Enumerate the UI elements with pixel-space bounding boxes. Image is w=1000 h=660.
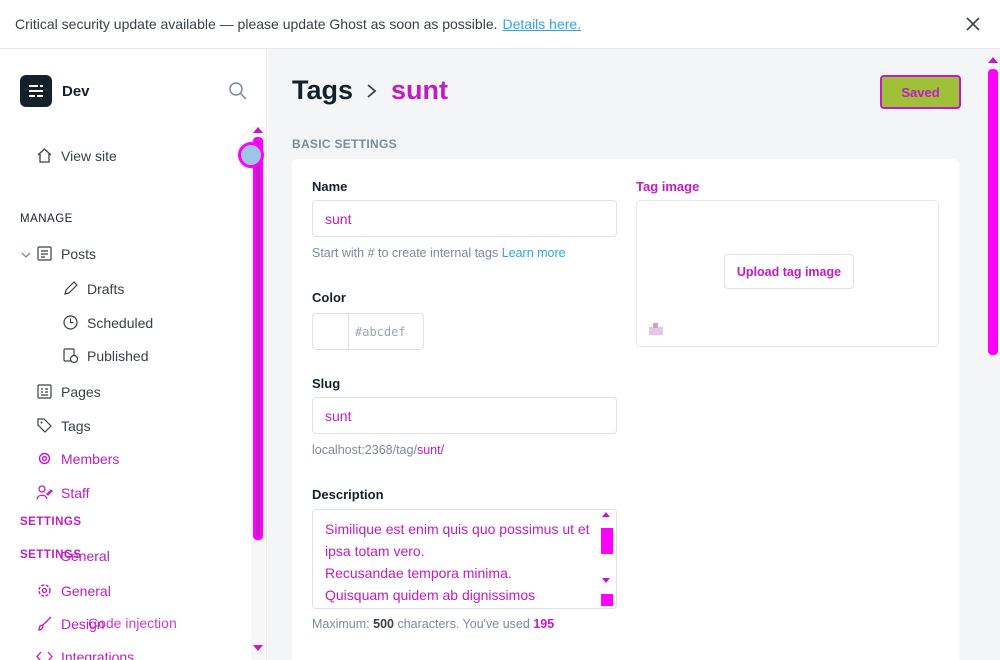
description-textarea[interactable]: Similique est enim quis quo possimus ut … (312, 509, 617, 609)
description-scrollbar[interactable] (599, 512, 615, 606)
nav-general[interactable]: General (36, 582, 111, 599)
logo-icon (20, 75, 52, 107)
avatar[interactable] (238, 142, 264, 168)
gear-icon (38, 584, 51, 597)
nav-integrations[interactable]: Integrations (36, 648, 134, 660)
description-scroll-down[interactable] (602, 578, 610, 583)
slug-input[interactable]: sunt (312, 397, 617, 434)
name-input[interactable]: sunt (312, 200, 617, 237)
search-icon[interactable] (228, 81, 248, 101)
breadcrumb: Tags sunt (292, 75, 448, 106)
description-scroll-up[interactable] (602, 512, 610, 517)
chevron-down-icon[interactable] (20, 249, 32, 261)
color-hex-input[interactable]: # abcdef (349, 314, 406, 349)
color-label: Color (312, 290, 346, 305)
upload-tag-image-button[interactable]: Upload tag image (724, 254, 854, 289)
banner-details-link[interactable]: Details here. (503, 16, 582, 32)
pages-icon (37, 384, 52, 399)
chevron-right-icon (365, 82, 379, 100)
breadcrumb-current: sunt (391, 75, 449, 105)
settings-card: Name sunt Start with # to create interna… (292, 159, 959, 660)
slug-url: localhost:2368/tag/sunt/ (312, 443, 445, 457)
nav-code-injection[interactable]: Code injection (88, 615, 177, 631)
image-icon (649, 323, 663, 335)
update-banner: Critical security update available — ple… (0, 0, 1000, 49)
site-name: Dev (62, 82, 90, 100)
sidebar-scroll-up[interactable] (253, 127, 263, 133)
sidebar-scroll-down[interactable] (253, 645, 263, 651)
staff-icon (36, 485, 53, 500)
nav-pages[interactable]: Pages (36, 383, 101, 400)
breadcrumb-tags[interactable]: Tags (292, 75, 353, 106)
published-icon (63, 348, 79, 364)
code-icon (36, 651, 53, 660)
manage-heading: MANAGE (20, 213, 73, 225)
main-scrollbar-thumb[interactable] (988, 69, 998, 355)
settings-heading: SETTINGS (20, 516, 82, 528)
nav-scheduled[interactable]: Scheduled (62, 314, 153, 331)
sidebar-scrollbar-thumb[interactable] (253, 137, 263, 540)
main-content: Tags sunt Saved BASIC SETTINGS Name sunt… (268, 49, 1000, 660)
save-button[interactable]: Saved (880, 75, 961, 109)
brush-icon (38, 616, 52, 631)
nav-view-site[interactable]: View site (36, 147, 117, 164)
description-scrollbar-thumb[interactable] (601, 528, 613, 554)
nav-published[interactable]: Published (62, 347, 149, 364)
description-hint: Maximum: 500 characters. You've used 195 (312, 617, 555, 631)
slug-label: Slug (312, 376, 341, 391)
pencil-icon (64, 281, 78, 295)
color-swatch[interactable] (313, 314, 349, 349)
posts-icon (37, 246, 52, 261)
nav-drafts[interactable]: Drafts (62, 280, 124, 297)
nav-general-duplicate[interactable]: General (60, 548, 110, 564)
nav-tags[interactable]: Tags (36, 417, 91, 434)
clock-icon (63, 315, 78, 330)
learn-more-link[interactable]: Learn more (502, 246, 566, 260)
close-icon[interactable] (964, 15, 982, 33)
sidebar: Dev View site MANAGE Posts Drafts Schedu… (0, 49, 267, 660)
members-icon (38, 452, 51, 465)
name-hint: Start with # to create internal tags Lea… (312, 246, 566, 260)
brand[interactable]: Dev (20, 75, 90, 107)
banner-text: Critical security update available — ple… (15, 16, 498, 32)
nav-staff[interactable]: Staff (36, 484, 90, 501)
description-label: Description (312, 487, 384, 502)
tag-icon (37, 418, 52, 433)
tag-image-label: Tag image (636, 179, 700, 194)
main-scrollbar[interactable] (986, 57, 1000, 657)
main-scroll-up[interactable] (988, 57, 998, 63)
resize-handle[interactable] (601, 594, 613, 606)
color-field[interactable]: # abcdef (312, 313, 424, 350)
nav-posts[interactable]: Posts (36, 245, 96, 262)
tag-image-dropzone[interactable]: Upload tag image (636, 200, 939, 347)
name-label: Name (312, 179, 348, 194)
home-icon (37, 148, 52, 163)
nav-members[interactable]: Members (36, 450, 119, 467)
section-title: BASIC SETTINGS (292, 137, 397, 151)
